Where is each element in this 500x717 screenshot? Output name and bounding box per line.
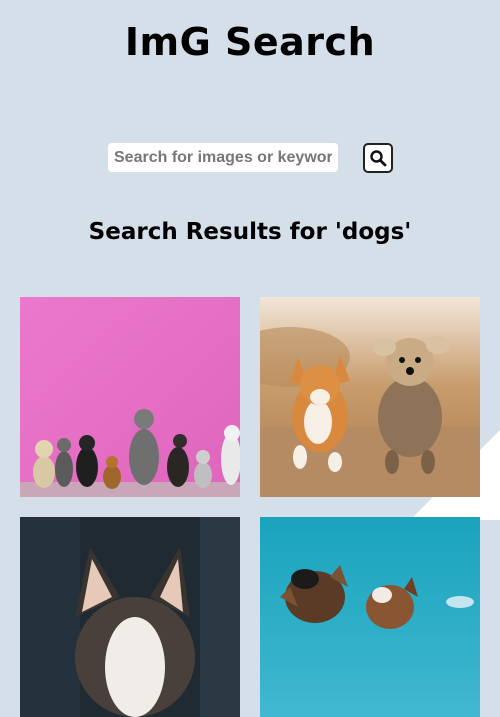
result-image-2[interactable] [260, 297, 480, 497]
dogs-blue-sky-image [260, 517, 480, 717]
result-image-1[interactable] [20, 297, 240, 497]
app-title: ImG Search [124, 20, 376, 64]
husky-image [20, 517, 240, 717]
corgi-yorkie-image [260, 297, 480, 497]
result-image-3[interactable] [20, 517, 240, 717]
result-image-4[interactable] [260, 517, 480, 717]
search-icon [370, 150, 387, 167]
results-heading: Search Results for 'dogs' [88, 219, 412, 245]
search-input[interactable] [108, 143, 338, 172]
dogs-pink-wall-image [20, 297, 240, 497]
search-button[interactable] [363, 143, 393, 173]
